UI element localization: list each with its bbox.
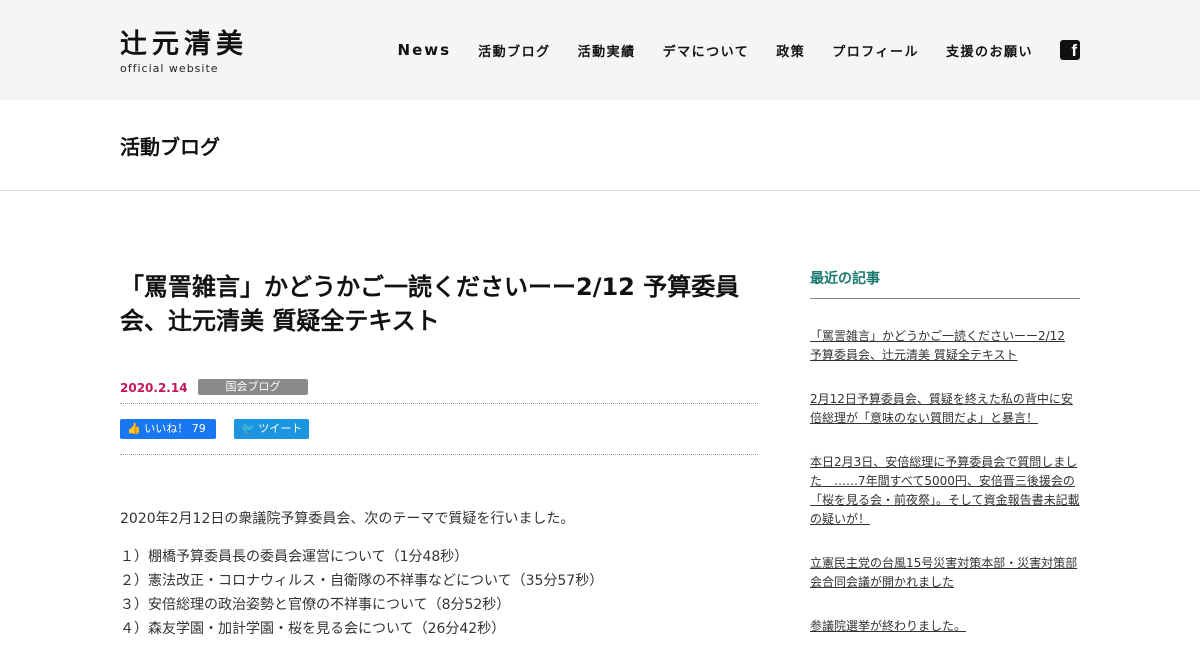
recent-post-link[interactable]: 本日2月3日、安倍総理に予算委員会で質問しました ……7年間すべて5000円、安… — [810, 453, 1080, 529]
recent-post-link[interactable]: 2月12日予算委員会、質疑を終えた私の背中に安倍総理が「意味のない質問だよ」と暴… — [810, 390, 1080, 428]
topic-item: ３）安倍総理の政治姿勢と官僚の不祥事について（8分52秒） — [120, 597, 511, 613]
recent-post-link[interactable]: 「罵詈雑言」かどうかご一読くださいーー2/12 予算委員会、辻元清美 質疑全テキ… — [810, 327, 1080, 365]
page-title: 活動ブログ — [120, 135, 220, 159]
nav-item-blog[interactable]: 活動ブログ — [478, 41, 551, 60]
nav-item-news[interactable]: News — [398, 41, 452, 59]
recent-posts-list: 「罵詈雑言」かどうかご一読くださいーー2/12 予算委員会、辻元清美 質疑全テキ… — [810, 327, 1080, 636]
logo-name: 辻元清美 — [120, 29, 248, 60]
article: 「罵詈雑言」かどうかご一読くださいーー2/12 予算委員会、辻元清美 質疑全テキ… — [120, 270, 758, 641]
recent-post-link[interactable]: 立憲民主党の台風15号災害対策本部・災害対策部会合同会議が開かれました — [810, 554, 1080, 592]
page-header: 活動ブログ — [0, 100, 1200, 191]
nav-item-support[interactable]: 支援のお願い — [946, 41, 1033, 60]
article-intro: 2020年2月12日の衆議院予算委員会、次のテーマで質疑を行いました。 — [120, 511, 575, 527]
article-date: 2020.2.14 — [120, 381, 188, 395]
article-meta: 2020.2.14 国会ブログ — [120, 378, 758, 400]
main-nav: News 活動ブログ 活動実績 デマについて 政策 プロフィール 支援のお願い … — [398, 40, 1080, 60]
tweet-button[interactable]: 🐦 ツイート — [234, 419, 309, 439]
category-badge[interactable]: 国会ブログ — [198, 379, 308, 395]
nav-item-achievements[interactable]: 活動実績 — [578, 41, 636, 60]
share-bar: 👍 いいね！ 79 🐦 ツイート — [120, 403, 758, 455]
sidebar: 最近の記事 「罵詈雑言」かどうかご一読くださいーー2/12 予算委員会、辻元清美… — [810, 268, 1080, 661]
facebook-like-button[interactable]: 👍 いいね！ 79 — [120, 419, 216, 439]
site-logo[interactable]: 辻元清美 official website — [120, 29, 248, 76]
topic-item: ２）憲法改正・コロナウィルス・自衛隊の不祥事などについて（35分57秒） — [120, 573, 604, 589]
site-header: 辻元清美 official website News 活動ブログ 活動実績 デマ… — [0, 0, 1200, 100]
recent-post-link[interactable]: 参議院選挙が終わりました。 — [810, 617, 1080, 636]
nav-item-hoaxes[interactable]: デマについて — [663, 41, 750, 60]
facebook-icon[interactable]: f — [1060, 40, 1080, 60]
article-body: 2020年2月12日の衆議院予算委員会、次のテーマで質疑を行いました。 １）棚橋… — [120, 507, 758, 641]
nav-item-profile[interactable]: プロフィール — [832, 41, 919, 60]
nav-item-policy[interactable]: 政策 — [776, 41, 805, 60]
topic-item: １）棚橋予算委員長の委員会運営について（1分48秒） — [120, 549, 469, 565]
article-title: 「罵詈雑言」かどうかご一読くださいーー2/12 予算委員会、辻元清美 質疑全テキ… — [120, 273, 740, 335]
logo-subtitle: official website — [120, 62, 219, 75]
topic-item: ４）森友学園・加計学園・桜を見る会について（26分42秒） — [120, 621, 506, 637]
recent-posts-heading: 最近の記事 — [810, 268, 1080, 299]
